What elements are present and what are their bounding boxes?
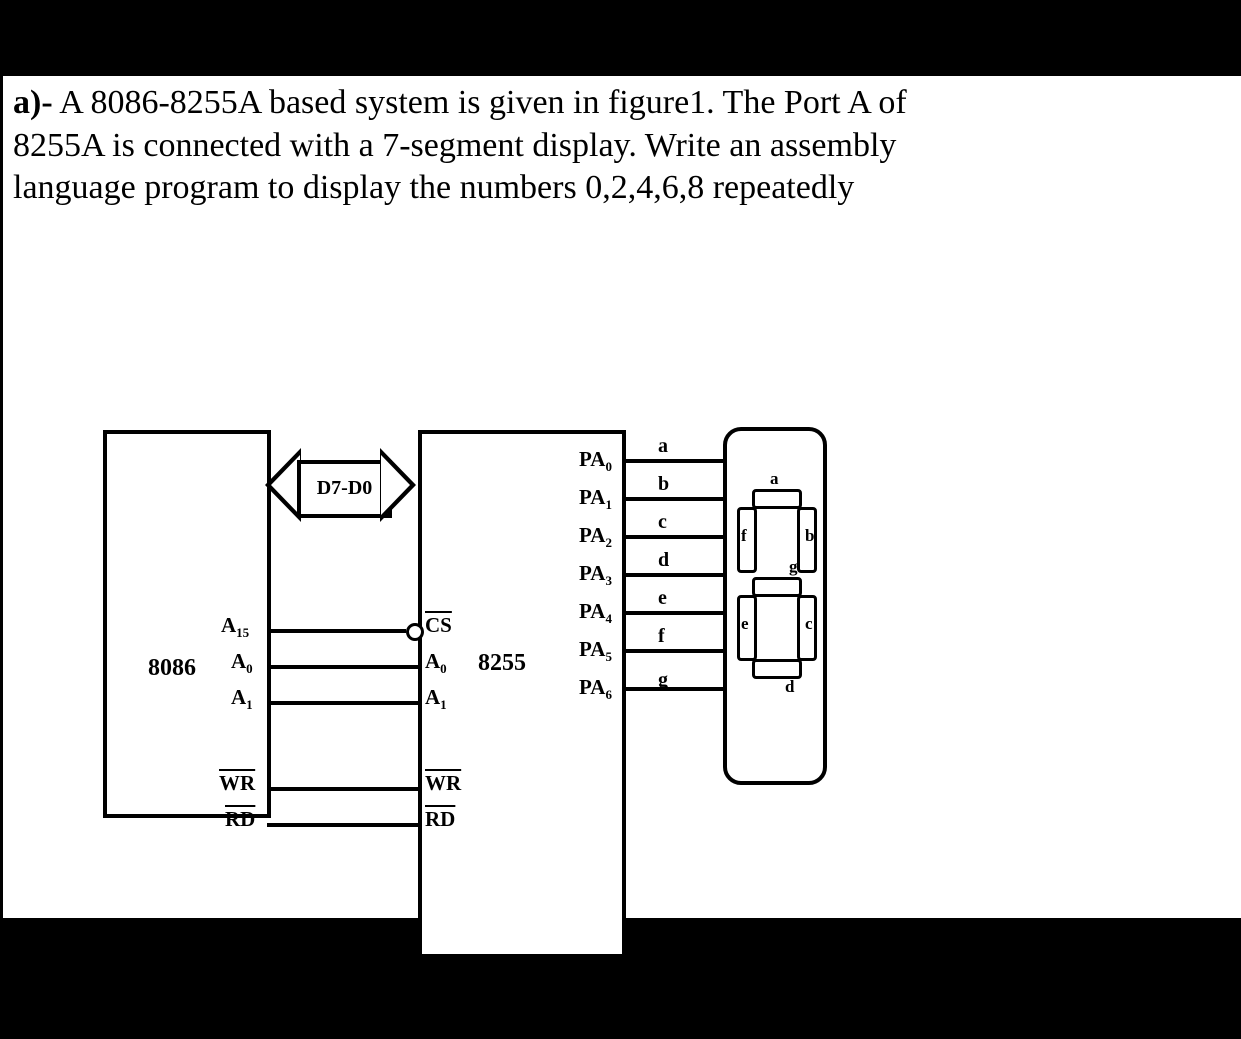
pin-8086-wr: WR (219, 771, 255, 796)
seg-label-c: c (805, 614, 813, 634)
pin-pa4: PA4 (579, 599, 612, 627)
pin-8255-a1: A1 (425, 685, 447, 713)
wire-a15-cs (267, 629, 406, 633)
pin-pa0: PA0 (579, 447, 612, 475)
chip-8086-name: 8086 (148, 655, 196, 682)
seg-label-g: g (789, 557, 798, 577)
net-a: a (658, 435, 668, 458)
question-text: a)- A 8086-8255A based system is given i… (3, 76, 1241, 210)
wire-rd (267, 823, 418, 827)
question-line-1: A 8086-8255A based system is given in fi… (59, 84, 906, 121)
segment-g (752, 577, 802, 597)
page: a)- A 8086-8255A based system is given i… (0, 76, 1241, 918)
pin-8086-a1: A1 (231, 685, 253, 713)
wire-pa4 (622, 611, 723, 615)
net-f: f (658, 625, 665, 648)
wire-a0 (267, 665, 418, 669)
databus-label: D7-D0 (297, 460, 392, 518)
segment-d (752, 659, 802, 679)
segment-f (737, 507, 757, 573)
pin-pa1: PA1 (579, 485, 612, 513)
wire-pa1 (622, 497, 723, 501)
pin-pa6: PA6 (579, 675, 612, 703)
pin-8086-rd: RD (225, 807, 255, 832)
wire-pa0 (622, 459, 723, 463)
net-g: g (658, 669, 668, 692)
pin-8255-cs: CS (425, 613, 452, 638)
cs-negation-bubble-icon (406, 623, 424, 641)
question-line-3: language program to display the numbers … (13, 169, 854, 206)
wire-pa5 (622, 649, 723, 653)
figure: 8086 8255 D7-D0 A15 CS A0 A0 A1 A1 WR WR… (3, 255, 1241, 855)
segment-a (752, 489, 802, 509)
seg-label-a: a (770, 469, 779, 489)
wire-pa2 (622, 535, 723, 539)
pin-pa5: PA5 (579, 637, 612, 665)
seven-segment-display-icon: a b c d e f g (723, 427, 827, 785)
pin-8255-rd: RD (425, 807, 455, 832)
pin-pa3: PA3 (579, 561, 612, 589)
net-e: e (658, 587, 667, 610)
seg-label-f: f (741, 526, 747, 546)
pin-pa2: PA2 (579, 523, 612, 551)
pin-8255-a0: A0 (425, 649, 447, 677)
figure-caption: Figure 1. (553, 1005, 667, 1039)
seg-label-d: d (785, 677, 794, 697)
wire-pa6 (622, 687, 723, 691)
wire-a1 (267, 701, 418, 705)
databus-icon: D7-D0 (267, 450, 414, 520)
net-d: d (658, 549, 669, 572)
wire-pa3 (622, 573, 723, 577)
question-label: a)- (13, 84, 53, 121)
question-line-2: 8255A is connected with a 7-segment disp… (13, 127, 896, 164)
pin-8255-wr: WR (425, 771, 461, 796)
wire-wr (267, 787, 418, 791)
net-b: b (658, 473, 669, 496)
chip-8255-name: 8255 (478, 650, 526, 677)
net-c: c (658, 511, 667, 534)
seg-label-b: b (805, 526, 814, 546)
pin-8086-a0: A0 (231, 649, 253, 677)
pin-8086-a15: A15 (221, 613, 249, 641)
seg-label-e: e (741, 614, 749, 634)
